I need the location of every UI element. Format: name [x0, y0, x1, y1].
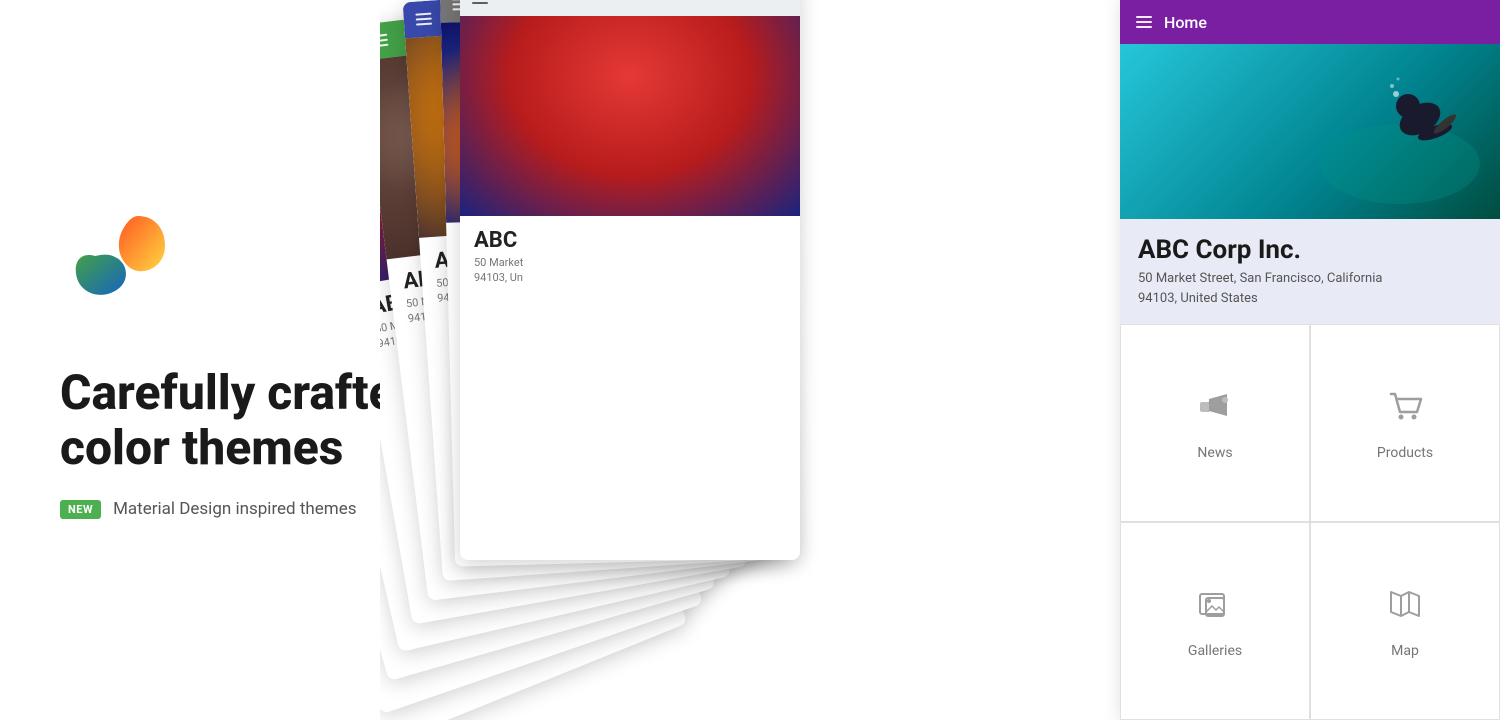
card-image-9: [460, 16, 800, 216]
hamburger-icon: [380, 34, 389, 48]
products-label: Products: [1377, 445, 1433, 461]
card-address-9: 50 Market94103, Un: [474, 255, 786, 286]
grid-item-map[interactable]: Map: [1310, 522, 1500, 720]
map-label: Map: [1391, 643, 1419, 659]
subtitle-row: NEW Material Design inspired themes: [60, 499, 357, 519]
diver-silhouette: [1320, 64, 1480, 204]
news-label: News: [1197, 445, 1232, 461]
feature-grid: News Products G: [1120, 324, 1500, 720]
card-company-9: ABC: [474, 228, 786, 253]
gallery-icon: [1195, 584, 1235, 633]
cart-icon: [1385, 386, 1425, 435]
company-address-line1: 50 Market Street, San Francisco, Califor…: [1138, 269, 1482, 289]
card-content-9: ABC 50 Market94103, Un: [460, 216, 800, 298]
grid-item-products[interactable]: Products: [1310, 324, 1500, 522]
company-info: ABC Corp Inc. 50 Market Street, San Fran…: [1120, 219, 1500, 324]
page-headline: Carefully crafted color themes: [60, 365, 422, 475]
company-name: ABC Corp Inc.: [1138, 235, 1482, 265]
megaphone-icon: [1195, 386, 1235, 435]
right-panel: Home ABC Corp Inc. 50 Market Street, San…: [1120, 0, 1500, 720]
hamburger-icon: [415, 13, 432, 26]
subtitle-text: Material Design inspired themes: [113, 499, 356, 519]
logo-container: [60, 201, 180, 325]
right-nav-bar: Home: [1120, 0, 1500, 44]
cards-section: ABC 50 Marke94103, U ABC 50 Marke94103, …: [380, 0, 1110, 720]
cards-stack: ABC 50 Marke94103, U ABC 50 Marke94103, …: [460, 0, 1080, 720]
grid-item-news[interactable]: News: [1120, 324, 1310, 522]
new-badge: NEW: [60, 500, 101, 519]
right-nav-title: Home: [1164, 13, 1207, 32]
galleries-label: Galleries: [1188, 643, 1242, 659]
hamburger-icon: [472, 0, 488, 4]
hamburger-icon[interactable]: [1136, 16, 1152, 28]
grid-item-galleries[interactable]: Galleries: [1120, 522, 1310, 720]
theme-card-9[interactable]: ABC 50 Market94103, Un: [460, 0, 800, 560]
hero-image: [1120, 44, 1500, 219]
company-address-line2: 94103, United States: [1138, 289, 1482, 309]
card-nav-9: [460, 0, 800, 16]
app-logo: [60, 201, 180, 321]
map-icon: [1385, 584, 1425, 633]
